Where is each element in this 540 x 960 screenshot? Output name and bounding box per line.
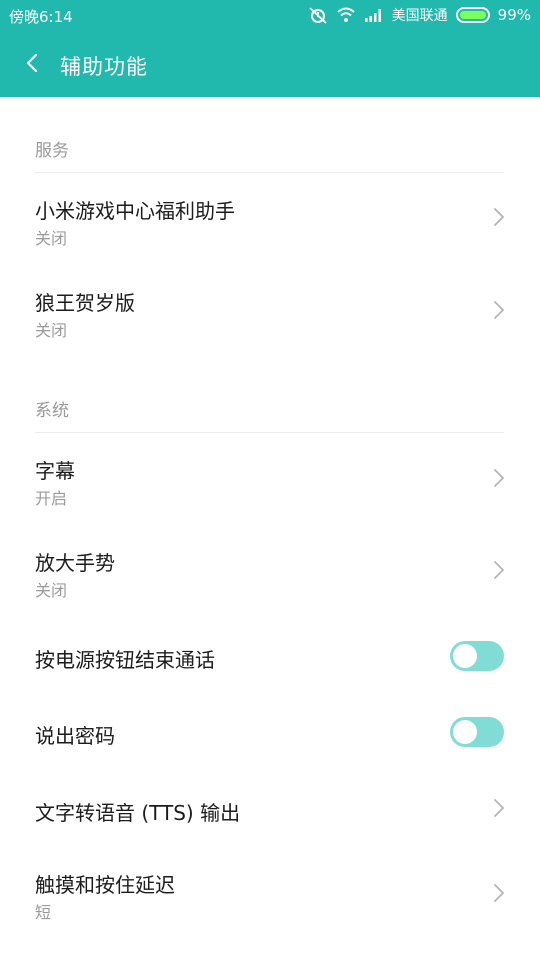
section-header-services: 服务 — [35, 141, 69, 161]
chevron-right-icon — [492, 559, 506, 581]
battery-icon — [455, 7, 490, 23]
power-button-ends-call-toggle[interactable] — [450, 641, 504, 671]
chevron-right-icon — [492, 299, 506, 321]
page-title: 辅助功能 — [60, 55, 148, 79]
list-item-power-button-ends-call[interactable]: 按电源按钮结束通话 — [0, 617, 540, 693]
status-time: 傍晚6:14 — [9, 8, 73, 26]
chevron-right-icon — [492, 882, 506, 904]
speak-passwords-toggle[interactable] — [450, 717, 504, 747]
toggle-knob — [453, 720, 477, 744]
status-icons: 美国联通 99% — [308, 5, 531, 25]
list-item-title: 文字转语音 (TTS) 输出 — [35, 801, 241, 825]
app-bar: 辅助功能 — [0, 30, 540, 97]
list-item-touch-hold-delay[interactable]: 触摸和按住延迟 短 — [0, 847, 540, 939]
list-item-title: 触摸和按住延迟 — [35, 873, 175, 897]
list-item-title: 说出密码 — [35, 724, 115, 748]
signal-icon — [364, 8, 384, 22]
chevron-right-icon — [492, 206, 506, 228]
wifi-icon — [336, 7, 356, 23]
list-item-subtitle: 关闭 — [35, 229, 68, 248]
chevron-right-icon — [492, 797, 506, 819]
status-bar: 傍晚6:14 美国联通 99% — [0, 0, 540, 30]
list-item-wolf-king[interactable]: 狼王贺岁版 关闭 — [0, 265, 540, 357]
list-item-title: 小米游戏中心福利助手 — [35, 199, 235, 223]
list-item-magnification-gestures[interactable]: 放大手势 关闭 — [0, 525, 540, 617]
list-item-subtitle: 关闭 — [35, 581, 68, 600]
list-item-subtitle: 关闭 — [35, 321, 68, 340]
list-item-title: 放大手势 — [35, 551, 115, 575]
list-item-speak-passwords[interactable]: 说出密码 — [0, 693, 540, 769]
alarm-icon — [308, 6, 328, 24]
section-header-system: 系统 — [35, 401, 69, 421]
back-arrow-icon[interactable] — [20, 50, 46, 76]
chevron-right-icon — [492, 467, 506, 489]
battery-percent: 99% — [497, 6, 531, 24]
list-item-title: 字幕 — [35, 459, 75, 483]
list-item-captions[interactable]: 字幕 开启 — [0, 433, 540, 525]
toggle-knob — [453, 644, 477, 668]
list-item-tts-output[interactable]: 文字转语音 (TTS) 输出 — [0, 769, 540, 847]
list-item-subtitle: 开启 — [35, 489, 68, 508]
carrier-name: 美国联通 — [391, 8, 448, 24]
list-item-title: 狼王贺岁版 — [35, 291, 135, 315]
list-item-game-center-helper[interactable]: 小米游戏中心福利助手 关闭 — [0, 173, 540, 265]
list-item-subtitle: 短 — [35, 903, 52, 922]
list-item-title: 按电源按钮结束通话 — [35, 648, 215, 672]
